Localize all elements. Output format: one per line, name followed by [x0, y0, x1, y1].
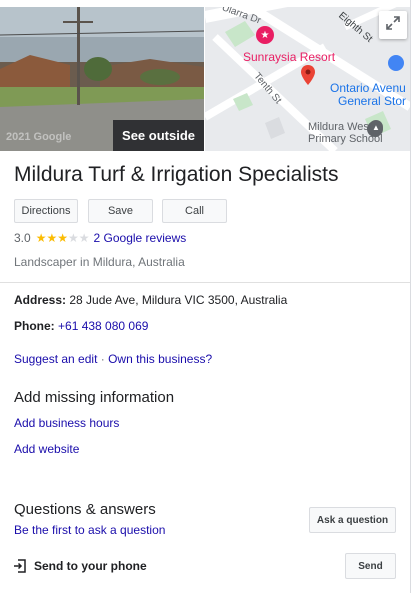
add-website-link[interactable]: Add website [14, 442, 79, 456]
save-button[interactable]: Save [88, 199, 153, 223]
store-icon [388, 55, 404, 71]
rating-stars: ★★★★★ [36, 231, 90, 245]
map-poi-ontario-line2: General Stor [338, 94, 407, 108]
star-icon: ★ [35, 231, 47, 245]
address-value: 28 Jude Ave, Mildura VIC 3500, Australia [69, 293, 288, 307]
divider [0, 282, 410, 283]
add-hours-link[interactable]: Add business hours [14, 416, 119, 430]
ask-question-button[interactable]: Ask a question [309, 507, 396, 533]
resort-icon: ★ [256, 26, 274, 44]
phone-link[interactable]: +61 438 080 069 [58, 319, 148, 333]
business-panel: 2021 Google See outside Ularra Dr Eighth… [0, 0, 411, 593]
address-row: Address: 28 Jude Ave, Mildura VIC 3500, … [14, 293, 287, 307]
map-poi-school-line2: Primary School [308, 133, 383, 145]
reviews-link[interactable]: 2 Google reviews [94, 231, 187, 245]
send-to-phone-icon [14, 559, 27, 573]
map-thumbnail[interactable]: Ularra Dr Eighth St Tenth St ★ Sunraysia… [205, 7, 410, 151]
map-poi-resort: Sunraysia Resort [243, 50, 336, 64]
rating-row: 3.0 ★★★★★ 2 Google reviews [14, 231, 186, 245]
star-empty-icon: ★ [67, 231, 79, 245]
link-separator: · [100, 352, 105, 366]
suggest-edit-link[interactable]: Suggest an edit [14, 352, 97, 366]
phone-row: Phone: +61 438 080 069 [14, 319, 148, 333]
star-icon: ★ [57, 231, 68, 245]
expand-icon [386, 15, 400, 35]
directions-button[interactable]: Directions [14, 199, 78, 223]
rating-value: 3.0 [14, 231, 31, 245]
street-view-photo[interactable]: 2021 Google See outside [0, 7, 204, 151]
send-button[interactable]: Send [345, 553, 396, 579]
expand-map-button[interactable] [379, 11, 407, 39]
see-outside-button[interactable]: See outside [113, 120, 204, 151]
own-business-link[interactable]: Own this business? [108, 352, 212, 366]
business-category: Landscaper in Mildura, Australia [14, 255, 185, 269]
first-to-ask-link[interactable]: Be the first to ask a question [14, 523, 165, 537]
star-empty-icon: ★ [78, 231, 90, 245]
call-button[interactable]: Call [162, 199, 227, 223]
star-icon: ★ [46, 231, 58, 245]
qa-title: Questions & answers [14, 501, 156, 518]
address-label: Address: [14, 293, 67, 307]
send-to-phone-row: Send to your phone [14, 559, 147, 573]
phone-label: Phone: [14, 319, 55, 333]
location-pin-icon [301, 65, 315, 90]
business-name: Mildura Turf & Irrigation Specialists [14, 163, 339, 186]
send-to-phone-label: Send to your phone [34, 559, 147, 573]
missing-info-title: Add missing information [14, 389, 175, 406]
edit-links-row: Suggest an edit · Own this business? [14, 352, 212, 366]
photo-watermark: 2021 Google [6, 131, 72, 143]
